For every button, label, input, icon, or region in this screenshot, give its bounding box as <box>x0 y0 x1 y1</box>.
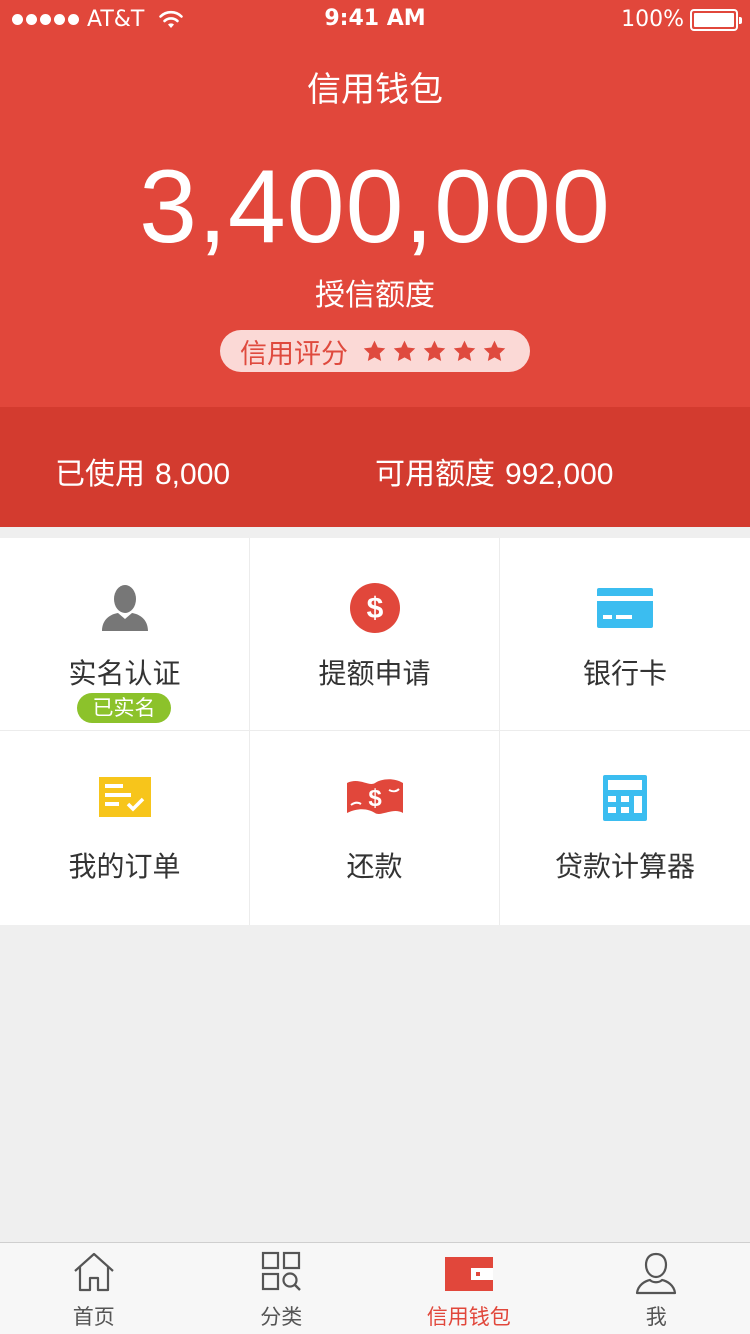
rating-stars <box>362 339 507 364</box>
grid-item-label: 银行卡 <box>582 657 667 690</box>
star-icon <box>363 340 386 361</box>
header: 信用钱包 3,400,000 授信额度 信用评分 <box>0 0 750 407</box>
grid-item-limit-increase[interactable]: $ 提额申请 <box>250 538 500 731</box>
wallet-icon <box>444 1257 493 1291</box>
grid-item-label: 贷款计算器 <box>554 850 695 883</box>
star-icon <box>423 340 446 361</box>
tab-home[interactable]: 首页 <box>0 1243 188 1334</box>
grid-item-real-name[interactable]: 实名认证 已实名 <box>0 538 250 731</box>
dollar-icon: $ <box>349 583 400 633</box>
grid-item-loan-calculator[interactable]: 贷款计算器 <box>500 731 750 925</box>
tab-label: 首页 <box>72 1305 115 1329</box>
available-label: 可用额度 <box>375 457 495 492</box>
grid-item-label: 还款 <box>346 850 403 883</box>
status-bar: AT&T 9:41 AM 100% <box>0 0 750 40</box>
battery-icon <box>690 8 742 31</box>
svg-text:$: $ <box>366 592 383 625</box>
money-bill-icon: $ <box>346 779 403 814</box>
tab-label: 信用钱包 <box>426 1305 511 1329</box>
tab-label: 分类 <box>260 1305 303 1329</box>
usage-bar: 已使用 8,000 可用额度 992,000 <box>0 407 750 527</box>
grid-item-bank-card[interactable]: 银行卡 <box>500 538 750 731</box>
star-icon <box>393 340 416 361</box>
function-grid: 实名认证 已实名 $ 提额申请 银行卡 我的订单 $ 还款 贷款计算器 <box>0 538 750 925</box>
credit-score-badge: 信用评分 <box>220 330 530 372</box>
credit-amount: 3,400,000 <box>139 149 611 265</box>
grid-item-repay[interactable]: $ 还款 <box>250 731 500 925</box>
user-icon <box>101 585 148 631</box>
page-title: 信用钱包 <box>307 70 443 110</box>
used-value: 8,000 <box>155 458 231 491</box>
bank-card-icon <box>597 588 653 628</box>
profile-icon <box>636 1252 677 1295</box>
home-icon <box>74 1252 114 1292</box>
category-icon <box>262 1251 302 1291</box>
tab-credit-wallet[interactable]: 信用钱包 <box>375 1243 563 1334</box>
used-amount: 已使用 8,000 <box>55 449 230 493</box>
available-value: 992,000 <box>505 458 614 491</box>
star-icon <box>483 340 506 361</box>
grid-item-label: 提额申请 <box>318 657 431 690</box>
grid-item-orders[interactable]: 我的订单 <box>0 731 250 925</box>
verified-badge: 已实名 <box>77 693 171 723</box>
calculator-icon <box>603 775 647 821</box>
order-list-icon <box>98 777 151 817</box>
tab-me[interactable]: 我 <box>563 1243 750 1334</box>
tab-bar: 首页 分类 信用钱包 我 <box>0 1242 750 1334</box>
grid-item-label: 我的订单 <box>68 850 181 883</box>
battery-percent: 100% <box>621 7 684 32</box>
used-label: 已使用 <box>55 457 145 492</box>
tab-label: 我 <box>645 1305 667 1329</box>
credit-score-label: 信用评分 <box>240 338 348 370</box>
credit-label: 授信额度 <box>315 278 435 313</box>
available-amount: 可用额度 992,000 <box>375 449 613 493</box>
star-icon <box>453 340 476 361</box>
svg-text:$: $ <box>368 785 382 812</box>
tab-category[interactable]: 分类 <box>188 1243 376 1334</box>
grid-item-label: 实名认证 <box>68 657 181 690</box>
